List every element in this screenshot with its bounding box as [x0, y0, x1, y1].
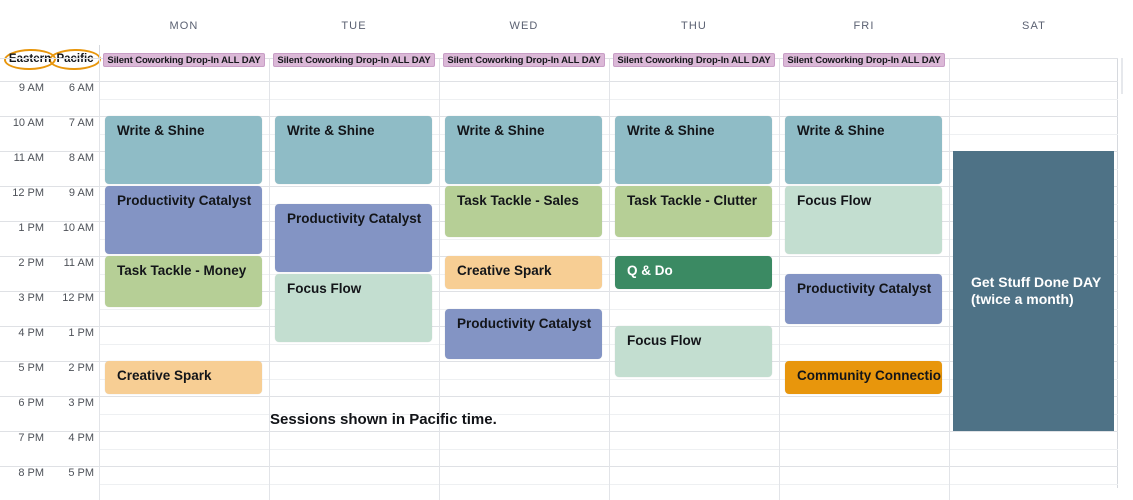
day-header-sat: SAT	[1022, 20, 1046, 32]
pacific-time-label: 11 AM	[63, 257, 94, 269]
pacific-time-label: 2 PM	[68, 362, 94, 374]
event-block[interactable]: Write & Shine	[445, 116, 602, 184]
pacific-time-label: 8 AM	[68, 152, 94, 164]
day-header-tue: TUE	[341, 20, 367, 32]
pacific-time-label: 6 AM	[68, 82, 94, 94]
eastern-time-label: 9 AM	[18, 82, 44, 94]
eastern-time-label: 4 PM	[18, 327, 44, 339]
saturday-event-title: Get Stuff Done DAY	[971, 274, 1102, 290]
allday-banner-wed[interactable]: Silent Coworking Drop-In ALL DAY	[443, 53, 605, 67]
right-edge-divider-secondary	[1121, 58, 1123, 94]
pacific-time-label: 9 AM	[68, 187, 94, 199]
eastern-time-label: 7 PM	[18, 432, 44, 444]
event-block[interactable]: Productivity Catalyst	[785, 273, 942, 324]
saturday-event-subtitle: (twice a month)	[971, 291, 1074, 307]
eastern-time-label: 1 PM	[18, 222, 44, 234]
day-header-wed: WED	[509, 20, 539, 32]
column-divider-mon	[99, 58, 100, 500]
day-header-thu: THU	[681, 20, 707, 32]
event-block[interactable]: Productivity Catalyst	[105, 186, 262, 254]
pacific-time-label: 3 PM	[68, 397, 94, 409]
column-divider-thu	[609, 58, 610, 500]
event-block[interactable]: Task Tackle - Sales	[445, 186, 602, 237]
pacific-time-label: 7 AM	[68, 117, 94, 129]
event-block[interactable]: Write & Shine	[785, 116, 942, 184]
event-block[interactable]: Task Tackle - Money	[105, 256, 262, 307]
pacific-time-label: 10 AM	[62, 222, 94, 234]
eastern-time-label: 12 PM	[12, 187, 44, 199]
event-block[interactable]: Write & Shine	[615, 116, 772, 184]
event-block[interactable]: Community Connection	[785, 361, 942, 394]
hour-gridline	[0, 396, 1118, 397]
pacific-time-label: 4 PM	[68, 432, 94, 444]
day-header-mon: MON	[169, 20, 199, 32]
pacific-time-label: 12 PM	[62, 292, 94, 304]
column-divider-tue	[269, 58, 270, 500]
event-block[interactable]: Focus Flow	[275, 273, 432, 342]
saturday-event-text: Get Stuff Done DAY (twice a month)	[971, 274, 1101, 308]
day-header-fri: FRI	[853, 20, 875, 32]
eastern-time-label: 3 PM	[18, 292, 44, 304]
event-block[interactable]: Q & Do	[615, 256, 772, 289]
eastern-time-label: 8 PM	[18, 467, 44, 479]
event-block[interactable]: Focus Flow	[785, 186, 942, 254]
eastern-time-label: 5 PM	[18, 362, 44, 374]
allday-banner-thu[interactable]: Silent Coworking Drop-In ALL DAY	[613, 53, 775, 67]
event-block[interactable]: Productivity Catalyst	[275, 203, 432, 272]
hour-gridline	[0, 81, 1118, 82]
timezone-footnote: Sessions shown in Pacific time.	[270, 411, 497, 428]
allday-banner-fri[interactable]: Silent Coworking Drop-In ALL DAY	[783, 53, 945, 67]
pacific-time-label: 1 PM	[68, 327, 94, 339]
column-divider-fri	[779, 58, 780, 500]
event-block[interactable]: Write & Shine	[105, 116, 262, 184]
event-block[interactable]: Creative Spark	[445, 256, 602, 289]
hour-gridline	[0, 431, 1118, 432]
pacific-time-label: 5 PM	[68, 467, 94, 479]
event-block[interactable]: Productivity Catalyst	[445, 308, 602, 359]
hour-gridline	[0, 466, 1118, 467]
event-block[interactable]: Focus Flow	[615, 326, 772, 377]
eastern-time-label: 6 PM	[18, 397, 44, 409]
day-header-row: MON TUE WED THU FRI SAT	[0, 0, 1133, 45]
event-block[interactable]: Task Tackle - Clutter	[615, 186, 772, 237]
event-block-get-stuff-done-day[interactable]: Get Stuff Done DAY (twice a month)	[953, 151, 1114, 431]
event-block[interactable]: Write & Shine	[275, 116, 432, 184]
weekly-schedule-calendar: MON TUE WED THU FRI SAT Eastern Pacific Sessi…	[0, 0, 1133, 500]
eastern-time-label: 11 AM	[13, 152, 44, 164]
eastern-time-label: 2 PM	[18, 257, 44, 269]
eastern-time-label: 10 AM	[12, 117, 44, 129]
column-divider-sat	[949, 58, 950, 500]
allday-banner-mon[interactable]: Silent Coworking Drop-In ALL DAY	[103, 53, 265, 67]
allday-banner-tue[interactable]: Silent Coworking Drop-In ALL DAY	[273, 53, 435, 67]
column-divider-wed	[439, 58, 440, 500]
event-block[interactable]: Creative Spark	[105, 361, 262, 394]
